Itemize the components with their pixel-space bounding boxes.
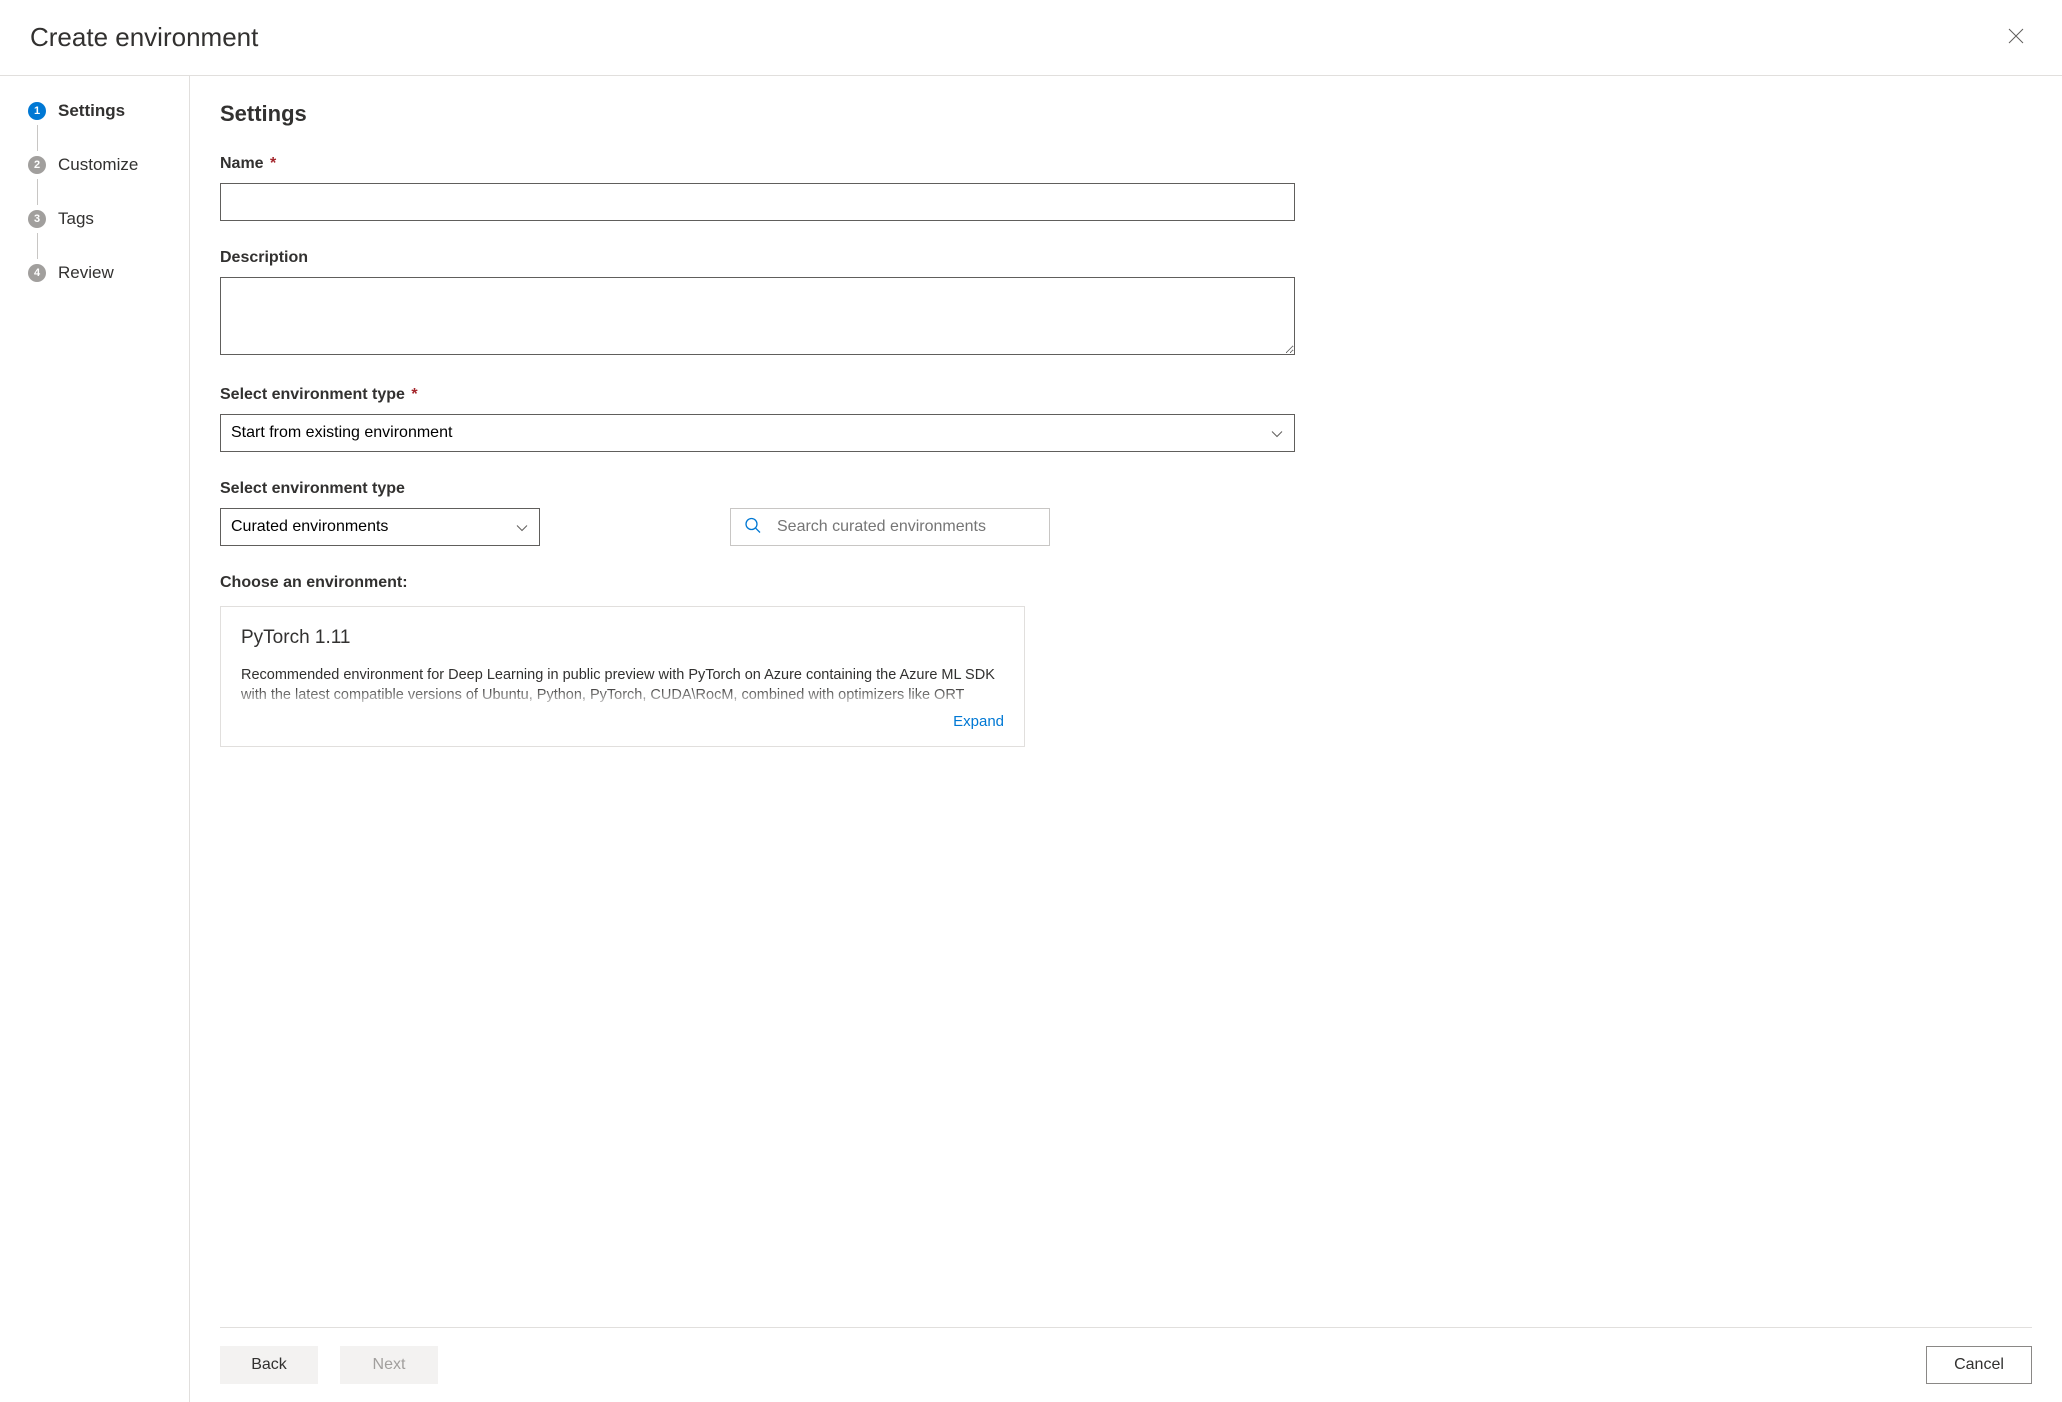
name-field-group: Name * — [220, 155, 1295, 221]
env-type-field-group: Select environment type * Start from exi… — [220, 386, 1295, 452]
main-panel: Settings Name * Description Select envir… — [190, 76, 2062, 1402]
step-label: Tags — [58, 209, 94, 229]
step-label: Settings — [58, 101, 125, 121]
expand-link[interactable]: Expand — [241, 713, 1004, 730]
step-number-badge: 4 — [28, 264, 46, 282]
name-label-text: Name — [220, 155, 264, 172]
name-input[interactable] — [220, 183, 1295, 221]
step-label: Review — [58, 263, 114, 283]
close-button[interactable] — [2000, 20, 2032, 55]
required-indicator-icon: * — [411, 386, 417, 403]
dialog-header: Create environment — [0, 0, 2062, 76]
env-type-label: Select environment type * — [220, 386, 1295, 404]
step-connector — [37, 125, 38, 151]
name-label: Name * — [220, 155, 1295, 173]
dialog-footer: Back Next Cancel — [220, 1327, 2032, 1402]
env-type-select[interactable]: Start from existing environment — [220, 414, 1295, 452]
env-subtype-label: Select environment type — [220, 480, 540, 498]
required-indicator-icon: * — [270, 155, 276, 172]
step-number-badge: 1 — [28, 102, 46, 120]
choose-env-group: Choose an environment: PyTorch 1.11 Reco… — [220, 574, 1295, 747]
env-subtype-select-wrapper: Curated environments — [220, 508, 540, 546]
env-type-select-wrapper: Start from existing environment — [220, 414, 1295, 452]
environment-card-description: Recommended environment for Deep Learnin… — [241, 665, 1004, 709]
step-settings[interactable]: 1 Settings — [28, 101, 189, 121]
form-content: Settings Name * Description Select envir… — [220, 101, 1295, 1307]
env-subtype-row: Select environment type Curated environm… — [220, 480, 1295, 546]
dialog-title: Create environment — [30, 22, 258, 53]
description-label: Description — [220, 249, 1295, 267]
step-number-badge: 3 — [28, 210, 46, 228]
step-review[interactable]: 4 Review — [28, 263, 189, 283]
search-wrapper — [730, 508, 1050, 546]
cancel-button[interactable]: Cancel — [1926, 1346, 2032, 1384]
env-subtype-select[interactable]: Curated environments — [220, 508, 540, 546]
back-button[interactable]: Back — [220, 1346, 318, 1384]
choose-env-label: Choose an environment: — [220, 574, 1295, 592]
step-connector — [37, 233, 38, 259]
environment-card-title: PyTorch 1.11 — [241, 627, 1004, 649]
environment-card[interactable]: PyTorch 1.11 Recommended environment for… — [220, 606, 1025, 747]
close-icon — [2008, 28, 2024, 47]
step-tags[interactable]: 3 Tags — [28, 209, 189, 229]
step-label: Customize — [58, 155, 138, 175]
footer-left-buttons: Back Next — [220, 1346, 438, 1384]
section-title: Settings — [220, 101, 1295, 127]
dialog-body: 1 Settings 2 Customize 3 Tags 4 Review S… — [0, 76, 2062, 1402]
description-field-group: Description — [220, 249, 1295, 358]
step-number-badge: 2 — [28, 156, 46, 174]
wizard-steps-sidebar: 1 Settings 2 Customize 3 Tags 4 Review — [0, 76, 190, 1402]
next-button[interactable]: Next — [340, 1346, 438, 1384]
step-customize[interactable]: 2 Customize — [28, 155, 189, 175]
step-connector — [37, 179, 38, 205]
description-input[interactable] — [220, 277, 1295, 355]
env-type-label-text: Select environment type — [220, 386, 405, 403]
search-input[interactable] — [730, 508, 1050, 546]
